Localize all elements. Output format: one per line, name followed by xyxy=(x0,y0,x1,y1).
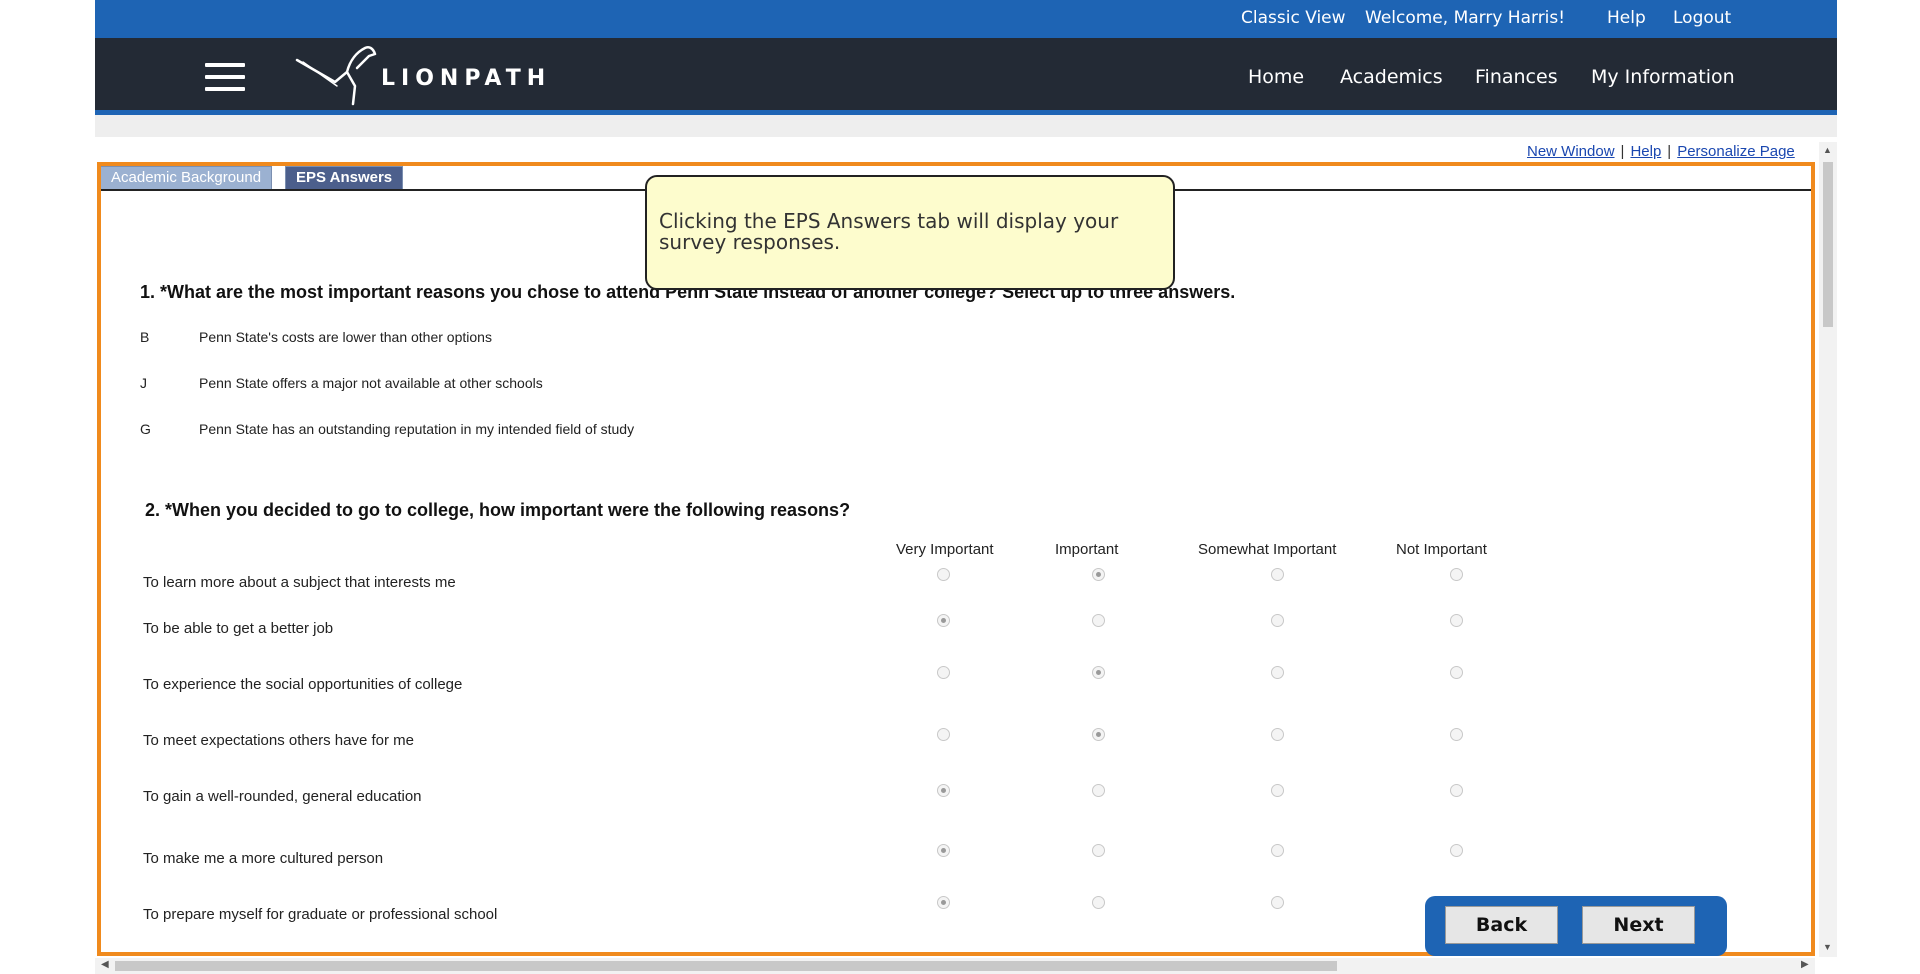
help-link[interactable]: Help xyxy=(1607,8,1646,28)
scroll-left-icon[interactable]: ◀ xyxy=(101,959,109,970)
nav-home[interactable]: Home xyxy=(1248,66,1304,88)
classic-view-link[interactable]: Classic View xyxy=(1241,8,1346,28)
top-bar: Classic View Welcome, Marry Harris! Help… xyxy=(95,0,1837,38)
page-header-strip xyxy=(95,115,1837,137)
link-separator: | xyxy=(1620,143,1625,160)
tooltip-callout: Clicking the EPS Answers tab will displa… xyxy=(645,175,1175,290)
app-frame: Classic View Welcome, Marry Harris! Help… xyxy=(95,0,1837,974)
navigation-button-panel: Back Next xyxy=(1425,896,1727,956)
back-button[interactable]: Back xyxy=(1445,906,1558,944)
next-button[interactable]: Next xyxy=(1582,906,1695,944)
page-help-link[interactable]: Help xyxy=(1630,143,1661,160)
nav-bar: LIONPATH Home Academics Finances My Info… xyxy=(95,38,1837,113)
new-window-link[interactable]: New Window xyxy=(1527,143,1615,160)
personalize-page-link[interactable]: Personalize Page xyxy=(1677,143,1795,160)
lion-logo-icon xyxy=(295,46,377,106)
page-links: New Window | Help | Personalize Page xyxy=(1527,143,1795,160)
scroll-right-icon[interactable]: ▶ xyxy=(1801,959,1809,970)
link-separator: | xyxy=(1667,143,1672,160)
nav-academics[interactable]: Academics xyxy=(1340,66,1443,88)
menu-icon[interactable] xyxy=(205,63,245,91)
vertical-scrollbar[interactable]: ▲ ▼ xyxy=(1819,142,1837,957)
tooltip-text: Clicking the EPS Answers tab will displa… xyxy=(659,209,1119,254)
scroll-up-icon[interactable]: ▲ xyxy=(1823,145,1832,155)
nav-my-information[interactable]: My Information xyxy=(1591,66,1735,88)
vertical-scroll-thumb[interactable] xyxy=(1823,162,1833,327)
nav-finances[interactable]: Finances xyxy=(1475,66,1558,88)
horizontal-scrollbar[interactable]: ◀ ▶ xyxy=(95,958,1815,974)
horizontal-scroll-thumb[interactable] xyxy=(115,961,1337,971)
scroll-down-icon[interactable]: ▼ xyxy=(1823,942,1832,952)
brand-name: LIONPATH xyxy=(381,66,552,91)
logout-link[interactable]: Logout xyxy=(1673,8,1731,28)
welcome-text: Welcome, Marry Harris! xyxy=(1365,8,1566,28)
